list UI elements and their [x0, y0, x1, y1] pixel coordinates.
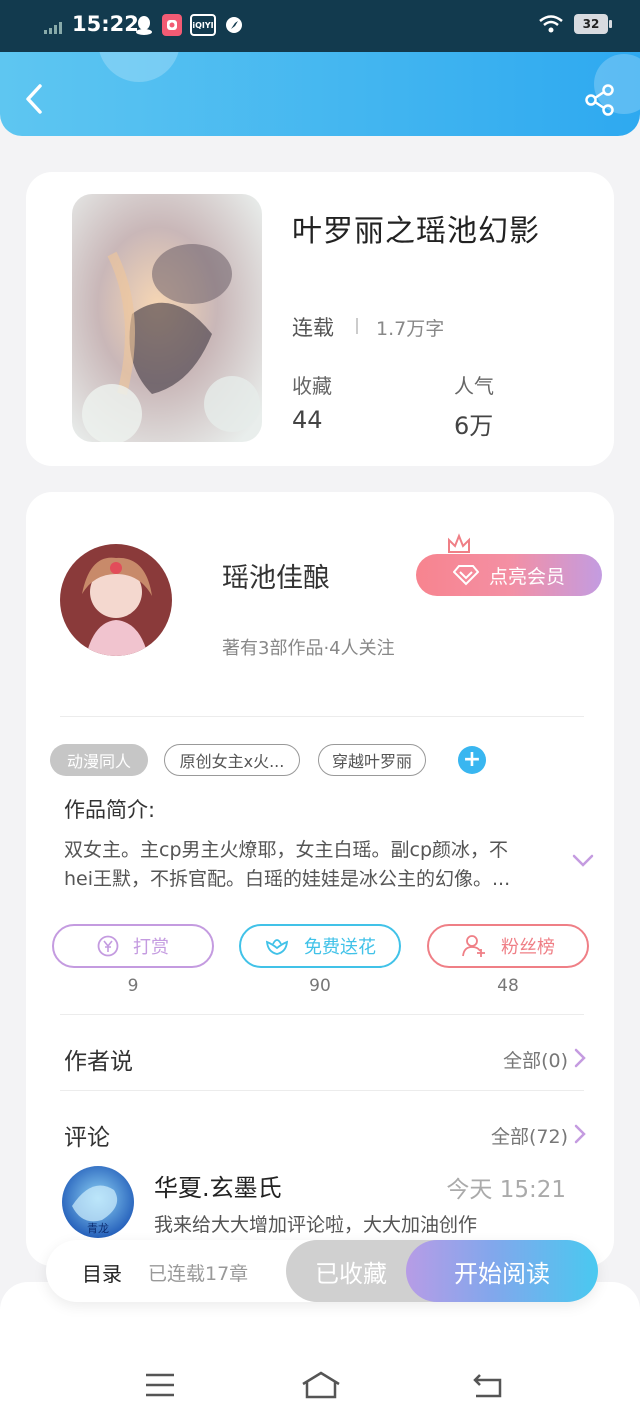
favorites-label: 收藏	[292, 374, 332, 398]
comment-text: 我来给大大增加评论啦，大大加油创作	[154, 1214, 478, 1236]
start-reading-button[interactable]: 开始阅读	[406, 1240, 598, 1302]
book-info-card: 叶罗丽之瑶池幻影 连载 1.7万字 收藏 44 人气 6万	[26, 172, 614, 466]
book-status: 连载	[292, 316, 334, 340]
word-count: 1.7万字	[376, 318, 445, 340]
signal-icon	[44, 22, 62, 34]
toc-button[interactable]: 目录	[82, 1258, 122, 1287]
tag-transmigration[interactable]: 穿越叶罗丽	[318, 744, 426, 776]
intro-text: 双女主。主cp男主火燎耶，女主白瑶。副cp颜冰，不 hei王默，不拆官配。白瑶的…	[64, 836, 554, 894]
tip-label: 打赏	[133, 937, 169, 958]
comments-more[interactable]: 全部(72)	[491, 1122, 568, 1149]
clock: 15:22	[72, 12, 139, 36]
wifi-icon	[539, 15, 563, 33]
collected-label: 已收藏	[315, 1259, 387, 1288]
qq-icon	[136, 16, 152, 35]
menu-icon[interactable]	[142, 1370, 178, 1400]
commenter-avatar[interactable]: 青龙	[62, 1166, 134, 1238]
popularity-count: 6万	[454, 412, 494, 440]
book-cover[interactable]	[72, 194, 262, 442]
home-icon[interactable]	[300, 1370, 342, 1400]
fans-ranking-button[interactable]: 粉丝榜	[427, 924, 589, 968]
book-title: 叶罗丽之瑶池幻影	[292, 214, 540, 249]
chevron-right-icon[interactable]	[574, 1048, 586, 1068]
vip-button[interactable]: 点亮会员	[416, 554, 602, 596]
intro-title: 作品简介:	[64, 798, 156, 822]
avatar-text: 青龙	[87, 1222, 109, 1235]
top-header	[0, 52, 640, 136]
yen-icon	[97, 935, 119, 957]
share-icon[interactable]	[584, 84, 616, 116]
chevron-down-icon[interactable]	[572, 854, 594, 868]
user-icon	[462, 935, 485, 957]
flower-icon	[265, 939, 289, 955]
comment-time: 今天 15:21	[446, 1177, 566, 1203]
compass-icon	[226, 17, 242, 33]
diamond-icon	[452, 565, 479, 586]
app-icon	[162, 14, 182, 36]
author-says-more[interactable]: 全部(0)	[503, 1046, 568, 1073]
chevron-right-icon[interactable]	[574, 1124, 586, 1144]
favorites-count: 44	[292, 406, 323, 434]
avatar[interactable]	[60, 544, 172, 656]
tip-button[interactable]: 打赏	[52, 924, 214, 968]
vip-button-label: 点亮会员	[488, 565, 565, 588]
flower-count: 90	[309, 976, 331, 996]
divider	[356, 318, 358, 334]
decor-bubble	[98, 52, 180, 82]
popularity-label: 人气	[454, 374, 494, 398]
fans-ranking-label: 粉丝榜	[501, 937, 555, 958]
author-detail-card: 瑶池佳酿 著有3部作品·4人关注 点亮会员 动漫同人 原创女主x火... 穿越叶…	[26, 492, 614, 1266]
back-nav-icon[interactable]	[470, 1370, 506, 1400]
divider	[60, 1014, 584, 1015]
tag-fandom[interactable]: 动漫同人	[50, 744, 148, 776]
author-name[interactable]: 瑶池佳酿	[222, 556, 330, 595]
add-tag-button[interactable]: +	[458, 746, 486, 774]
fans-count: 48	[497, 976, 519, 996]
author-stats: 著有3部作品·4人关注	[222, 638, 395, 659]
tag-original-heroine[interactable]: 原创女主x火...	[164, 744, 300, 776]
tip-count: 9	[127, 976, 139, 996]
send-flower-label: 免费送花	[304, 937, 376, 958]
status-bar: 15:22 iQIYI 32	[0, 0, 640, 52]
divider	[60, 716, 584, 717]
commenter-name[interactable]: 华夏.玄墨氏	[154, 1168, 282, 1203]
iqiyi-icon: iQIYI	[190, 14, 216, 36]
back-icon[interactable]	[22, 82, 46, 116]
system-nav-bar	[0, 1282, 640, 1422]
send-flower-button[interactable]: 免费送花	[239, 924, 401, 968]
author-says-title: 作者说	[64, 1049, 133, 1075]
divider	[60, 1090, 584, 1091]
chapter-count: 已连载17章	[148, 1263, 249, 1285]
comments-title: 评论	[64, 1125, 110, 1151]
battery-icon: 32	[574, 14, 612, 34]
crown-icon	[448, 533, 470, 553]
intro-line: 双女主。主cp男主火燎耶，女主白瑶。副cp颜冰，不	[64, 839, 509, 861]
intro-line: hei王默，不拆官配。白瑶的娃娃是冰公主的幻像。...	[64, 868, 511, 890]
read-action-bar: 目录 已连载17章 已收藏 开始阅读	[46, 1240, 598, 1302]
